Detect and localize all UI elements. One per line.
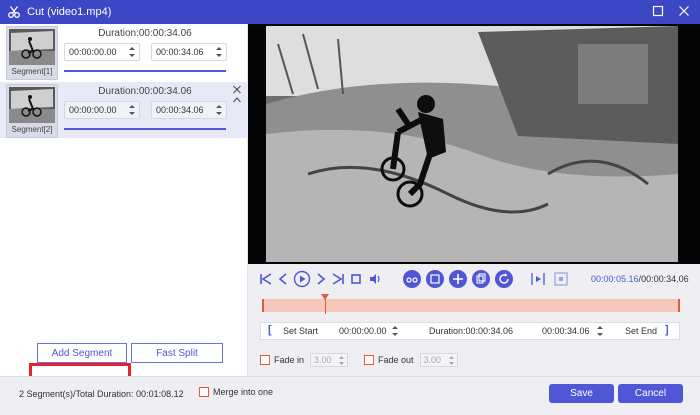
maximize-icon[interactable] (652, 5, 664, 17)
segment-label: Segment[1] (11, 67, 53, 76)
spinner-icon[interactable] (391, 325, 399, 337)
segment-panel: Segment[1] Duration:00:00:34.06 00:00:00… (0, 24, 248, 391)
spinner-icon[interactable] (215, 45, 223, 59)
time-display: 00:00:05.16/00:00:34.06 (591, 274, 689, 284)
spinner-icon[interactable] (338, 355, 345, 366)
trim-duration: Duration:00:00:34.06 (429, 326, 514, 336)
prev-frame-icon[interactable] (277, 272, 289, 286)
segment-thumbnail: Segment[1] (6, 26, 58, 80)
segment-item[interactable]: Segment[2] Duration:00:00:34.06 00:00:00… (0, 82, 248, 138)
scissors-icon (8, 6, 20, 18)
set-start-button[interactable]: Set Start (283, 326, 318, 336)
fade-out-checkbox[interactable] (364, 355, 374, 365)
segment-range-bar (64, 128, 226, 130)
merge-option[interactable]: Merge into one (199, 387, 273, 397)
jump-end-icon[interactable] (331, 272, 345, 286)
stop-icon[interactable] (350, 273, 362, 285)
play-icon[interactable] (293, 270, 311, 288)
segment-label: Segment[2] (11, 125, 53, 134)
segment-end-field[interactable]: 00:00:34.06 (151, 43, 227, 61)
segment-remove-icon[interactable] (232, 84, 242, 106)
fade-in-label: Fade in (274, 355, 305, 365)
segment-item[interactable]: Segment[1] Duration:00:00:34.06 00:00:00… (0, 24, 248, 80)
title-bar: Cut (video1.mp4) (0, 0, 700, 24)
trim-settings-bar: [ Set Start 00:00:00.00 Duration:00:00:3… (260, 322, 680, 340)
bracket-right-icon: ] (665, 324, 669, 336)
total-duration-summary: 2 Segment(s)/Total Duration: 00:01:08.12 (19, 389, 184, 399)
spinner-icon[interactable] (448, 355, 455, 366)
bracket-left-icon: [ (268, 324, 272, 336)
segment-duration: Duration:00:00:34.06 (98, 28, 192, 39)
add-icon[interactable] (448, 269, 468, 289)
segment-start-field[interactable]: 00:00:00.00 (64, 43, 140, 61)
window-title: Cut (video1.mp4) (27, 6, 112, 18)
segment-thumbnail: Segment[2] (6, 84, 58, 138)
copy-icon[interactable] (425, 269, 445, 289)
playhead[interactable] (325, 294, 326, 314)
footer-bar: 2 Segment(s)/Total Duration: 00:01:08.12… (0, 376, 700, 415)
reset-icon[interactable] (494, 269, 514, 289)
jump-start-icon[interactable] (259, 272, 273, 286)
volume-icon[interactable] (368, 272, 382, 286)
fade-out-field[interactable]: 3.00 (419, 353, 458, 367)
add-segment-button[interactable]: Add Segment (37, 343, 127, 363)
segment-start-field[interactable]: 00:00:00.00 (64, 101, 140, 119)
segment-range-bar (64, 70, 226, 72)
fade-out-control[interactable]: Fade out 3.00 (364, 353, 458, 367)
merge-label: Merge into one (213, 387, 274, 397)
spinner-icon[interactable] (128, 103, 136, 117)
controls-panel: 00:00:05.16/00:00:34.06 [ Set Start 00:0… (248, 264, 700, 376)
merge-checkbox[interactable] (199, 387, 209, 397)
save-button[interactable]: Save (549, 384, 614, 403)
fade-in-control[interactable]: Fade in 3.00 (260, 353, 349, 367)
preview-segment-icon[interactable] (530, 271, 546, 287)
next-frame-icon[interactable] (315, 272, 327, 286)
spinner-icon[interactable] (128, 45, 136, 59)
segment-end-field[interactable]: 00:00:34.06 (151, 101, 227, 119)
close-icon[interactable] (678, 5, 690, 17)
split-icon[interactable] (402, 269, 422, 289)
set-end-button[interactable]: Set End (625, 326, 657, 336)
segment-duration: Duration:00:00:34.06 (98, 86, 192, 97)
fade-in-field[interactable]: 3.00 (310, 353, 349, 367)
spinner-icon[interactable] (215, 103, 223, 117)
fade-out-label: Fade out (378, 355, 414, 365)
spinner-icon[interactable] (596, 325, 604, 337)
video-frame (248, 24, 700, 264)
video-preview[interactable] (248, 24, 700, 264)
fast-split-button[interactable]: Fast Split (131, 343, 223, 363)
duplicate-icon[interactable] (471, 269, 491, 289)
fade-in-checkbox[interactable] (260, 355, 270, 365)
fit-icon[interactable] (553, 271, 569, 287)
cancel-button[interactable]: Cancel (618, 384, 683, 403)
